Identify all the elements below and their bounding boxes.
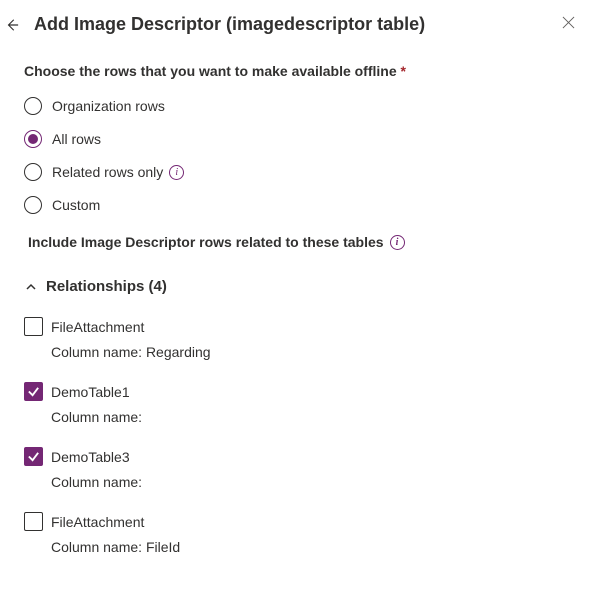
- radio-label: Related rows only: [52, 164, 163, 180]
- relationship-item: FileAttachment Column name: FileId: [24, 512, 570, 555]
- chevron-up-icon: [24, 280, 38, 294]
- relationship-checkbox-fileattachment[interactable]: FileAttachment: [24, 317, 570, 336]
- radio-indicator: [24, 97, 42, 115]
- arrow-left-icon: [5, 18, 19, 32]
- relationships-accordion-header[interactable]: Relationships (4): [24, 278, 570, 295]
- column-name-text: Column name:: [51, 409, 570, 425]
- checkbox-indicator: [24, 447, 43, 466]
- radio-label: Organization rows: [52, 98, 165, 114]
- relationship-checkbox-fileattachment-fileid[interactable]: FileAttachment: [24, 512, 570, 531]
- radio-label: Custom: [52, 197, 100, 213]
- checkbox-indicator: [24, 512, 43, 531]
- column-name-text: Column name: Regarding: [51, 344, 570, 360]
- relationship-checkbox-demotable1[interactable]: DemoTable1: [24, 382, 570, 401]
- info-icon[interactable]: i: [390, 235, 405, 250]
- related-tables-label: Include Image Descriptor rows related to…: [28, 234, 570, 250]
- relationship-item: DemoTable1 Column name:: [24, 382, 570, 425]
- radio-custom[interactable]: Custom: [24, 196, 570, 214]
- relationships-list: FileAttachment Column name: Regarding De…: [24, 317, 570, 555]
- back-button[interactable]: [4, 17, 20, 33]
- prompt-label: Choose the rows that you want to make av…: [24, 63, 570, 79]
- radio-label: All rows: [52, 131, 101, 147]
- radio-all-rows[interactable]: All rows: [24, 130, 570, 148]
- column-name-text: Column name: FileId: [51, 539, 570, 555]
- relationship-label: DemoTable1: [51, 384, 130, 400]
- section-label-text: Include Image Descriptor rows related to…: [28, 234, 384, 250]
- panel-header: Add Image Descriptor (imagedescriptor ta…: [22, 14, 570, 35]
- relationship-checkbox-demotable3[interactable]: DemoTable3: [24, 447, 570, 466]
- relationship-label: DemoTable3: [51, 449, 130, 465]
- checkbox-indicator: [24, 382, 43, 401]
- prompt-text: Choose the rows that you want to make av…: [24, 63, 397, 79]
- accordion-title: Relationships (4): [46, 278, 167, 295]
- radio-related-rows-only[interactable]: Related rows only i: [24, 163, 570, 181]
- info-icon[interactable]: i: [169, 165, 184, 180]
- relationship-item: DemoTable3 Column name:: [24, 447, 570, 490]
- radio-indicator: [24, 196, 42, 214]
- radio-indicator: [24, 163, 42, 181]
- required-asterisk: *: [401, 63, 406, 79]
- close-button[interactable]: [560, 14, 576, 30]
- column-name-text: Column name:: [51, 474, 570, 490]
- relationship-item: FileAttachment Column name: Regarding: [24, 317, 570, 360]
- close-icon: [562, 16, 575, 29]
- radio-organization-rows[interactable]: Organization rows: [24, 97, 570, 115]
- checkbox-indicator: [24, 317, 43, 336]
- relationship-label: FileAttachment: [51, 319, 144, 335]
- row-filter-radio-group: Organization rows All rows Related rows …: [24, 97, 570, 214]
- panel-title: Add Image Descriptor (imagedescriptor ta…: [34, 14, 425, 35]
- radio-indicator: [24, 130, 42, 148]
- relationship-label: FileAttachment: [51, 514, 144, 530]
